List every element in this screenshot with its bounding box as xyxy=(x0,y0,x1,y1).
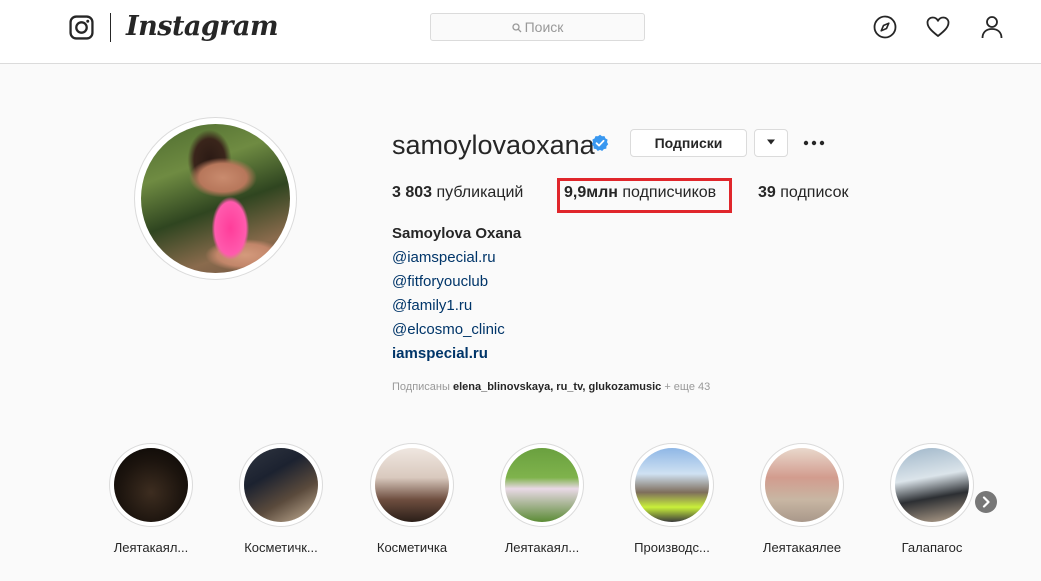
following-label: подписок xyxy=(780,184,849,201)
following-count: 39 xyxy=(758,184,776,201)
instagram-wordmark[interactable]: Instagram xyxy=(126,9,279,45)
bio-mention-link[interactable]: @fitforyouclub xyxy=(392,273,488,291)
highlight-label: Леятакаялее xyxy=(762,540,842,555)
highlight-cover-image xyxy=(765,448,839,522)
bio-mention-link[interactable]: @iamspecial.ru xyxy=(392,249,496,267)
highlight-label: Леятакаял... xyxy=(113,540,189,555)
search-input[interactable]: Поиск xyxy=(430,13,645,41)
triangle-down-icon xyxy=(767,139,775,145)
profile-username: samoylovaoxana xyxy=(392,130,595,160)
verified-badge-icon xyxy=(591,134,609,151)
highlight-cover-image xyxy=(244,448,318,522)
followed-by-names: elena_blinovskaya, ru_tv, glukozamusic xyxy=(452,381,662,393)
more-options-icon[interactable] xyxy=(802,134,826,152)
highlight-cover-ring xyxy=(500,443,584,527)
highlight-label: Производс... xyxy=(634,540,710,555)
highlight-label: Галапагос xyxy=(901,540,963,555)
posts-count: 3 803 xyxy=(392,184,433,201)
highlight-cover-ring xyxy=(239,443,323,527)
profile-full-name: Samoylova Oxana xyxy=(392,225,522,242)
suggestions-dropdown-button[interactable] xyxy=(754,129,788,157)
bio-mention-link[interactable]: @elcosmo_clinic xyxy=(392,321,505,339)
highlight-cover-image xyxy=(505,448,579,522)
following-button[interactable]: Подписки xyxy=(630,129,747,157)
profile-website-link[interactable]: iamspecial.ru xyxy=(392,345,488,363)
logo-divider xyxy=(110,13,111,42)
activity-heart-icon[interactable] xyxy=(926,15,950,39)
highlight-cover-image xyxy=(375,448,449,522)
highlight-label: Косметичка xyxy=(376,540,448,555)
following-count-stat[interactable]: 39 подписок xyxy=(758,183,848,203)
bio-mention-link[interactable]: @family1.ru xyxy=(392,297,472,315)
instagram-logo-icon[interactable] xyxy=(69,15,94,40)
highlight-cover-ring xyxy=(630,443,714,527)
posts-count-stat: 3 803 публикаций xyxy=(392,183,523,203)
red-highlight-annotation xyxy=(557,178,732,213)
highlight-cover-image xyxy=(114,448,188,522)
search-icon xyxy=(511,23,522,33)
profile-person-icon[interactable] xyxy=(980,15,1004,39)
followed-by-more: + еще 43 xyxy=(664,381,711,393)
highlight-cover-ring xyxy=(370,443,454,527)
highlight-cover-ring xyxy=(760,443,844,527)
followed-by-line[interactable]: Подписаны elena_blinovskaya, ru_tv, gluk… xyxy=(392,380,710,394)
profile-avatar[interactable] xyxy=(134,117,297,280)
highlight-cover-ring xyxy=(890,443,974,527)
posts-label: публикаций xyxy=(436,184,524,201)
search-placeholder: Поиск xyxy=(524,19,564,35)
highlight-label: Косметичк... xyxy=(244,540,318,555)
top-navigation-bar: Instagram Поиск xyxy=(0,0,1041,64)
followed-by-prefix: Подписаны xyxy=(392,381,450,393)
avatar-photo xyxy=(141,124,290,273)
highlights-next-button[interactable] xyxy=(975,491,997,513)
explore-compass-icon[interactable] xyxy=(873,15,897,39)
chevron-right-icon xyxy=(982,496,990,508)
highlight-cover-ring xyxy=(109,443,193,527)
highlight-cover-image xyxy=(895,448,969,522)
highlight-label: Леятакаял... xyxy=(504,540,580,555)
highlight-cover-image xyxy=(635,448,709,522)
